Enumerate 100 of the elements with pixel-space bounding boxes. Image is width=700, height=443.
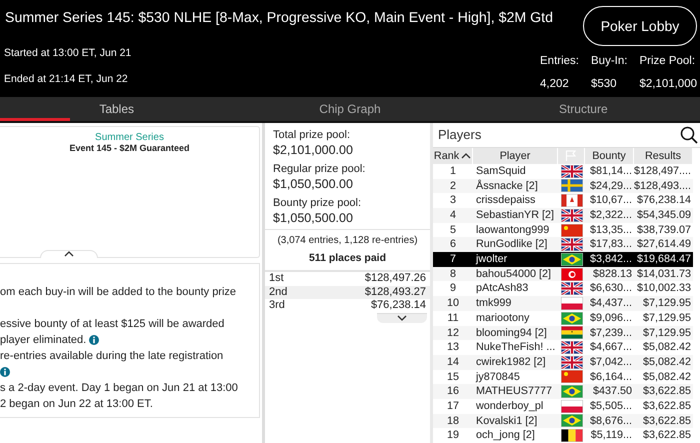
bounty-cell: $2,322... [585,208,634,223]
results-cell: $5,082.42 [634,354,693,370]
tab[interactable]: Structure [466,97,700,121]
player-cell[interactable]: bahou54000 [2] [473,266,558,282]
column-header[interactable]: Rank [433,148,473,164]
info-icon[interactable] [0,367,10,377]
rank-cell-text: 15 [446,370,460,384]
collapse-button[interactable] [40,250,98,258]
bounty-cell: $7,042... [585,354,634,370]
column-header[interactable]: Player [473,148,558,164]
results-cell-text: $3,622.85 [642,398,692,414]
rank-cell: 16 [433,384,473,399]
player-cell[interactable]: mariootony [473,310,558,326]
player-cell[interactable]: jy870845 [473,370,558,384]
results-cell: $27,614.49 [634,237,693,252]
player-cell[interactable]: MATHEUS7777 [473,384,558,399]
results-cell-text: $38,739.07 [636,222,692,238]
pool-value: $1,050,500.00 [273,211,354,225]
player-cell[interactable]: tmk999 [473,296,558,311]
expand-button[interactable] [377,312,427,322]
player-cell[interactable]: Kovalski1 [2] [473,414,558,428]
tab[interactable]: Tables [0,97,234,121]
rank-cell: 6 [433,237,473,252]
player-cell[interactable]: SamSquid [473,164,558,179]
sort-icon [461,152,472,159]
payout-amount: $128,497.26 [364,272,426,286]
bounty-cell: $8,676... [585,414,634,428]
results-cell-text: $7,129.95 [642,310,692,326]
bounty-cell-text: $6,630... [588,281,633,296]
player-cell[interactable]: RunGodlike [2] [473,237,558,252]
rank-cell-text: 3 [448,193,457,208]
entries-note: (3,074 entries, 1,128 re-entries) [265,229,430,246]
rank-cell-text: 11 [446,310,460,326]
rule-text: om each buy-in will be added to the bounty prize [0,286,236,298]
player-cell[interactable]: NukeTheFish! ... [473,340,558,355]
bounty-cell-text: $10,67... [588,193,633,208]
stat-value: $530 [591,78,618,90]
results-cell: $7,129.95 [634,326,693,340]
flag-icon [560,429,582,442]
results-cell: $3,622.85 [634,384,693,399]
rank-cell-text: 17 [446,398,460,414]
rule-text: player eliminated. [0,334,86,346]
column-header[interactable]: Results [634,148,693,164]
bounty-cell: $7,239... [585,326,634,340]
bounty-cell: $24,29... [585,178,634,194]
bounty-cell: $437.50 [585,384,634,399]
pool-label: Regular prize pool: [273,163,366,175]
payout-amount: $76,238.14 [370,299,426,312]
rank-cell-text: 1 [448,164,457,179]
rank-cell: 14 [433,354,473,370]
rank-cell: 10 [433,296,473,311]
player-cell[interactable]: Åssnacke [2] [473,178,558,194]
payout-place: 2nd [269,286,288,299]
rank-cell-text: 19 [446,428,460,443]
poker-lobby-button[interactable]: Poker Lobby [583,6,697,46]
series-name: Summer Series [94,132,165,143]
bounty-cell-text: $5,119... [590,428,633,443]
results-cell-text: $76,238.14 [636,193,692,208]
bounty-cell-text: $5,505... [588,398,633,414]
pool-value: $2,101,000.00 [273,143,354,157]
column-header[interactable]: Bounty [585,148,634,164]
player-cell[interactable]: jwolter [473,252,558,267]
flag-icon [560,194,582,208]
flag-icon [560,164,582,178]
stat-value: 4,202 [540,78,570,90]
tab[interactable]: Chip Graph [233,97,467,121]
bounty-cell-text: $13,35... [588,222,633,238]
rank-cell: 18 [433,414,473,428]
player-cell[interactable]: wonderboy_pl [473,398,558,414]
player-cell[interactable]: blooming94 [2] [473,326,558,340]
stat-label: Prize Pool: [639,55,696,67]
search-icon[interactable] [680,126,698,144]
results-cell-text: $128,497.... [634,164,692,179]
stat-label: Buy-In: [591,55,628,67]
player-cell[interactable]: cwirek1982 [2] [473,354,558,370]
results-cell-text: $3,622.85 [642,428,692,443]
results-cell-text: $5,082.42 [642,370,692,384]
info-icon[interactable] [89,335,100,345]
results-cell-text: $10,002.33 [636,281,692,296]
caret-icon [64,251,74,257]
rule-text: 2 began on Jun 22 at 13:00 ET. [0,398,153,410]
bounty-cell-text: $6,164... [588,370,633,384]
results-cell: $54,345.09 [634,208,693,223]
results-cell: $3,622.85 [634,414,693,428]
player-cell[interactable]: pAtcAsh83 [473,281,558,296]
rank-cell-text: 13 [446,340,460,355]
results-cell-text: $5,082.42 [642,340,692,355]
player-cell[interactable]: laowantong999 [473,222,558,238]
end-time: Ended at 21:14 ET, Jun 22 [4,72,129,85]
start-time: Started at 13:00 ET, Jun 21 [4,46,132,59]
payout-place: 3rd [269,299,285,312]
bounty-cell-text: $4,667... [588,340,633,355]
player-cell[interactable]: crissdepaiss [473,193,558,208]
rule-text: s a 2-day event. Day 1 began on Jun 21 at 13:00 [0,382,238,394]
flag-icon [560,312,582,325]
player-cell[interactable]: SebastianYR [2] [473,208,558,223]
rank-cell: 2 [433,178,473,194]
stat-value: $2,101,000 [639,78,697,90]
pool-label: Bounty prize pool: [273,197,362,209]
player-cell[interactable]: och_jong [2] [473,428,558,443]
